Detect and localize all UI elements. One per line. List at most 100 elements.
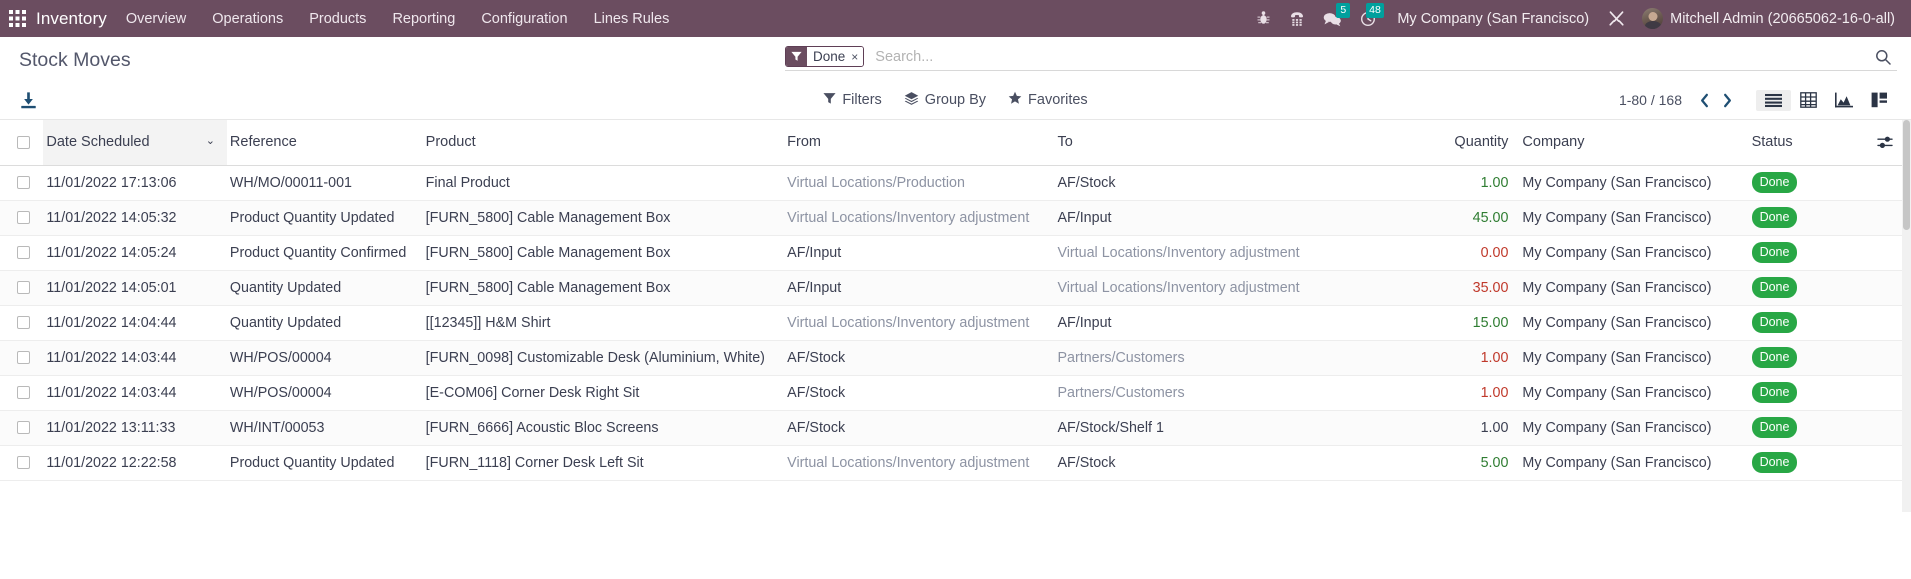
cell-reference: WH/MO/00011-001 (227, 165, 423, 200)
cell-reference: WH/POS/00004 (227, 340, 423, 375)
cell-text: My Company (San Francisco) (1519, 280, 1711, 296)
cell-text: Quantity Updated (227, 315, 341, 331)
cell-text: 1.00 (1481, 350, 1509, 366)
row-checkbox[interactable] (17, 421, 30, 434)
column-header-from[interactable]: From (784, 120, 1054, 165)
cell-text: [FURN_6666] Acoustic Bloc Screens (423, 420, 659, 436)
app-brand-inventory[interactable]: Inventory (34, 9, 113, 29)
menu-item-operations[interactable]: Operations (199, 0, 296, 37)
company-switcher[interactable]: My Company (San Francisco) (1385, 11, 1599, 27)
apps-grid-icon[interactable] (0, 0, 34, 37)
column-header-reference[interactable]: Reference (227, 120, 423, 165)
table-row[interactable]: 11/01/2022 14:05:32Product Quantity Upda… (0, 200, 1911, 235)
close-icon[interactable]: × (850, 47, 863, 66)
column-header-company[interactable]: Company (1519, 120, 1748, 165)
cell-quantity: 35.00 (1377, 270, 1519, 305)
row-checkbox[interactable] (17, 351, 30, 364)
row-checkbox[interactable] (17, 176, 30, 189)
table-row[interactable]: 11/01/2022 14:05:24Product Quantity Conf… (0, 235, 1911, 270)
table-row[interactable]: 11/01/2022 14:04:44Quantity Updated[[123… (0, 305, 1911, 340)
area-chart-icon[interactable] (1826, 89, 1862, 111)
cell-product: [FURN_6666] Acoustic Bloc Screens (423, 410, 785, 445)
cell-from: AF/Stock (784, 410, 1054, 445)
chat-badge-count: 5 (1336, 3, 1350, 18)
column-header-date-scheduled[interactable]: Date Scheduled ⌄ (43, 120, 227, 165)
cell-date-scheduled: 11/01/2022 13:11:33 (43, 410, 227, 445)
status-badge: Done (1752, 172, 1798, 194)
cell-text: [FURN_5800] Cable Management Box (423, 280, 671, 296)
search-input[interactable] (871, 49, 1869, 65)
row-checkbox[interactable] (17, 211, 30, 224)
favorites-button[interactable]: Favorites (1008, 91, 1088, 110)
cell-from: Virtual Locations/Inventory adjustment (784, 445, 1054, 480)
cell-company: My Company (San Francisco) (1519, 270, 1748, 305)
list-icon[interactable] (1756, 90, 1791, 111)
cell-status: Done (1749, 200, 1860, 235)
cell-text: Virtual Locations/Inventory adjustment (784, 315, 1029, 331)
cell-status: Done (1749, 375, 1860, 410)
menu-item-configuration[interactable]: Configuration (468, 0, 580, 37)
row-checkbox[interactable] (17, 281, 30, 294)
download-icon[interactable] (19, 91, 38, 110)
chevron-left-icon[interactable] (1693, 93, 1716, 108)
scrollbar-thumb[interactable] (1903, 120, 1910, 230)
wrench-screwdriver-icon[interactable] (1599, 0, 1634, 37)
layers-icon (904, 91, 919, 110)
chevron-right-icon[interactable] (1716, 93, 1739, 108)
menu-item-overview[interactable]: Overview (113, 0, 199, 37)
cell-date-scheduled: 11/01/2022 14:03:44 (43, 375, 227, 410)
cell-text: Final Product (423, 175, 510, 191)
column-header-product[interactable]: Product (423, 120, 785, 165)
clock-icon[interactable]: 48 (1351, 0, 1385, 37)
row-checkbox[interactable] (17, 456, 30, 469)
cell-text: 1.00 (1481, 175, 1509, 191)
table-row[interactable]: 11/01/2022 13:11:33WH/INT/00053[FURN_666… (0, 410, 1911, 445)
select-all-checkbox[interactable] (17, 136, 30, 149)
cell-text: AF/Stock (784, 385, 845, 401)
row-checkbox[interactable] (17, 316, 30, 329)
table-row[interactable]: 11/01/2022 14:03:44WH/POS/00004[FURN_009… (0, 340, 1911, 375)
filters-button[interactable]: Filters (823, 91, 881, 110)
search-icon[interactable] (1869, 49, 1897, 65)
status-badge: Done (1752, 277, 1798, 299)
table-row[interactable]: 11/01/2022 12:22:58Product Quantity Upda… (0, 445, 1911, 480)
cell-product: [[12345]] H&M Shirt (423, 305, 785, 340)
phone-keypad-icon[interactable] (1280, 0, 1314, 37)
cell-text: [[12345]] H&M Shirt (423, 315, 551, 331)
systray: 5 48 My Company (San Francisco) Mitchell… (1247, 0, 1911, 37)
pager-and-views: 1-80 / 168 (1619, 89, 1897, 111)
cell-company: My Company (San Francisco) (1519, 410, 1748, 445)
group-by-label: Group By (925, 92, 986, 108)
menu-item-reporting[interactable]: Reporting (379, 0, 468, 37)
cell-company: My Company (San Francisco) (1519, 445, 1748, 480)
search-facet-done[interactable]: Done × (785, 46, 864, 67)
menu-item-products[interactable]: Products (296, 0, 379, 37)
column-label-to: To (1054, 134, 1072, 150)
table-row[interactable]: 11/01/2022 17:13:06WH/MO/00011-001Final … (0, 165, 1911, 200)
cell-to: AF/Stock (1054, 445, 1377, 480)
row-checkbox[interactable] (17, 386, 30, 399)
cell-text: [FURN_5800] Cable Management Box (423, 210, 671, 226)
menu-item-lines-rules[interactable]: Lines Rules (581, 0, 683, 37)
cell-text: Virtual Locations/Inventory adjustment (1054, 245, 1299, 261)
column-header-quantity[interactable]: Quantity (1377, 120, 1519, 165)
cell-company: My Company (San Francisco) (1519, 340, 1748, 375)
search-view: Done × (785, 46, 1897, 71)
pivot-table-icon[interactable] (1791, 89, 1826, 111)
kanban-icon[interactable] (1862, 89, 1897, 111)
column-header-status[interactable]: Status (1749, 120, 1860, 165)
table-row[interactable]: 11/01/2022 14:05:01Quantity Updated[FURN… (0, 270, 1911, 305)
row-checkbox[interactable] (17, 246, 30, 259)
cell-text: AF/Stock (784, 350, 845, 366)
cell-quantity: 1.00 (1377, 340, 1519, 375)
cell-text: Virtual Locations/Inventory adjustment (1054, 280, 1299, 296)
column-label-reference: Reference (227, 134, 297, 150)
chat-bubble-icon[interactable]: 5 (1314, 0, 1351, 37)
cell-date-scheduled: 11/01/2022 14:05:32 (43, 200, 227, 235)
table-row[interactable]: 11/01/2022 14:03:44WH/POS/00004[E-COM06]… (0, 375, 1911, 410)
vertical-scrollbar[interactable] (1902, 120, 1911, 512)
column-header-to[interactable]: To (1054, 120, 1377, 165)
bug-icon[interactable] (1247, 0, 1280, 37)
user-menu[interactable]: Mitchell Admin (20665062-16-0-all) (1634, 0, 1899, 37)
group-by-button[interactable]: Group By (904, 91, 986, 110)
